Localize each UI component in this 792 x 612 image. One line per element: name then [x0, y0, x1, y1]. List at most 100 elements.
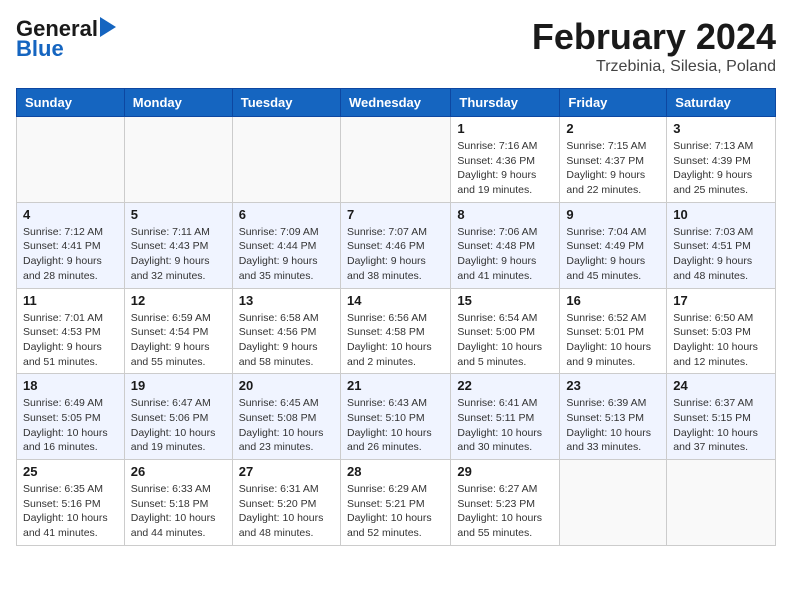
calendar-day-cell: 29Sunrise: 6:27 AMSunset: 5:23 PMDayligh… [451, 460, 560, 546]
weekday-header-saturday: Saturday [667, 89, 776, 117]
calendar-day-cell: 12 Sunrise: 6:59 AMSunset: 4:54 PMDayligh… [124, 288, 232, 374]
day-number: 6 [239, 207, 334, 222]
calendar-day-cell: 16 Sunrise: 6:52 AMSunset: 5:01 PMDayligh… [560, 288, 667, 374]
weekday-header-thursday: Thursday [451, 89, 560, 117]
day-info: Sunrise: 7:11 AMSunset: 4:43 PMDaylight:… [131, 225, 226, 284]
day-info: Sunrise: 6:59 AMSunset: 4:54 PMDaylight:… [131, 311, 226, 370]
day-info: Sunrise: 7:03 AMSunset: 4:51 PMDaylight:… [673, 225, 769, 284]
day-info: Sunrise: 7:06 AMSunset: 4:48 PMDaylight:… [457, 225, 553, 284]
day-info: Sunrise: 7:01 AMSunset: 4:53 PMDaylight:… [23, 311, 118, 370]
day-number: 9 [566, 207, 660, 222]
day-number: 19 [131, 378, 226, 393]
calendar-week-row: 1 Sunrise: 7:16 AMSunset: 4:36 PMDaylight… [17, 117, 776, 203]
day-number: 24 [673, 378, 769, 393]
calendar-day-cell: 9 Sunrise: 7:04 AMSunset: 4:49 PMDaylight… [560, 202, 667, 288]
logo: General Blue [16, 16, 116, 62]
weekday-header-friday: Friday [560, 89, 667, 117]
weekday-header-sunday: Sunday [17, 89, 125, 117]
calendar-day-cell: 13 Sunrise: 6:58 AMSunset: 4:56 PMDayligh… [232, 288, 340, 374]
calendar-day-cell: 4Sunrise: 7:12 AMSunset: 4:41 PMDaylight… [17, 202, 125, 288]
calendar-day-cell: 28 Sunrise: 6:29 AMSunset: 5:21 PMDayligh… [340, 460, 450, 546]
calendar-day-cell: 7 Sunrise: 7:07 AMSunset: 4:46 PMDaylight… [340, 202, 450, 288]
day-info: Sunrise: 6:56 AMSunset: 4:58 PMDaylight:… [347, 311, 444, 370]
day-number: 17 [673, 293, 769, 308]
day-info: Sunrise: 6:50 AMSunset: 5:03 PMDaylight:… [673, 311, 769, 370]
day-number: 3 [673, 121, 769, 136]
calendar-day-cell: 5 Sunrise: 7:11 AMSunset: 4:43 PMDaylight… [124, 202, 232, 288]
calendar-day-cell [17, 117, 125, 203]
day-info: Sunrise: 6:49 AMSunset: 5:05 PMDaylight:… [23, 396, 118, 455]
day-number: 5 [131, 207, 226, 222]
day-number: 7 [347, 207, 444, 222]
calendar-week-row: 11Sunrise: 7:01 AMSunset: 4:53 PMDayligh… [17, 288, 776, 374]
calendar-day-cell: 19 Sunrise: 6:47 AMSunset: 5:06 PMDayligh… [124, 374, 232, 460]
day-info: Sunrise: 6:29 AMSunset: 5:21 PMDaylight:… [347, 482, 444, 541]
calendar-day-cell: 26 Sunrise: 6:33 AMSunset: 5:18 PMDayligh… [124, 460, 232, 546]
day-info: Sunrise: 6:35 AMSunset: 5:16 PMDaylight:… [23, 482, 118, 541]
calendar-day-cell: 22 Sunrise: 6:41 AMSunset: 5:11 PMDayligh… [451, 374, 560, 460]
calendar-day-cell: 8 Sunrise: 7:06 AMSunset: 4:48 PMDaylight… [451, 202, 560, 288]
weekday-header-monday: Monday [124, 89, 232, 117]
day-info: Sunrise: 6:52 AMSunset: 5:01 PMDaylight:… [566, 311, 660, 370]
calendar-day-cell: 25 Sunrise: 6:35 AMSunset: 5:16 PMDayligh… [17, 460, 125, 546]
day-info: Sunrise: 6:54 AMSunset: 5:00 PMDaylight:… [457, 311, 553, 370]
day-number: 21 [347, 378, 444, 393]
day-info: Sunrise: 6:58 AMSunset: 4:56 PMDaylight:… [239, 311, 334, 370]
calendar-day-cell [124, 117, 232, 203]
calendar-day-cell: 14Sunrise: 6:56 AMSunset: 4:58 PMDayligh… [340, 288, 450, 374]
day-number: 18 [23, 378, 118, 393]
day-info: Sunrise: 7:09 AMSunset: 4:44 PMDaylight:… [239, 225, 334, 284]
weekday-header-tuesday: Tuesday [232, 89, 340, 117]
calendar-day-cell [667, 460, 776, 546]
day-number: 23 [566, 378, 660, 393]
logo-triangle-icon [100, 17, 116, 37]
day-number: 27 [239, 464, 334, 479]
day-number: 4 [23, 207, 118, 222]
calendar-day-cell: 15Sunrise: 6:54 AMSunset: 5:00 PMDayligh… [451, 288, 560, 374]
day-info: Sunrise: 6:45 AMSunset: 5:08 PMDaylight:… [239, 396, 334, 455]
day-info: Sunrise: 7:07 AMSunset: 4:46 PMDaylight:… [347, 225, 444, 284]
day-number: 28 [347, 464, 444, 479]
day-info: Sunrise: 7:16 AMSunset: 4:36 PMDaylight:… [457, 139, 553, 198]
day-number: 22 [457, 378, 553, 393]
day-number: 13 [239, 293, 334, 308]
calendar-day-cell: 11Sunrise: 7:01 AMSunset: 4:53 PMDayligh… [17, 288, 125, 374]
calendar-day-cell [340, 117, 450, 203]
day-info: Sunrise: 7:04 AMSunset: 4:49 PMDaylight:… [566, 225, 660, 284]
calendar-week-row: 4Sunrise: 7:12 AMSunset: 4:41 PMDaylight… [17, 202, 776, 288]
calendar-day-cell: 2 Sunrise: 7:15 AMSunset: 4:37 PMDaylight… [560, 117, 667, 203]
calendar-week-row: 18 Sunrise: 6:49 AMSunset: 5:05 PMDayligh… [17, 374, 776, 460]
calendar-day-cell: 3 Sunrise: 7:13 AMSunset: 4:39 PMDaylight… [667, 117, 776, 203]
weekday-header-wednesday: Wednesday [340, 89, 450, 117]
day-info: Sunrise: 6:27 AMSunset: 5:23 PMDaylight:… [457, 482, 553, 541]
day-number: 1 [457, 121, 553, 136]
day-number: 25 [23, 464, 118, 479]
calendar-day-cell: 10 Sunrise: 7:03 AMSunset: 4:51 PMDayligh… [667, 202, 776, 288]
calendar-day-cell: 1 Sunrise: 7:16 AMSunset: 4:36 PMDaylight… [451, 117, 560, 203]
calendar-day-cell: 27 Sunrise: 6:31 AMSunset: 5:20 PMDayligh… [232, 460, 340, 546]
day-info: Sunrise: 7:15 AMSunset: 4:37 PMDaylight:… [566, 139, 660, 198]
calendar-day-cell: 6 Sunrise: 7:09 AMSunset: 4:44 PMDaylight… [232, 202, 340, 288]
day-info: Sunrise: 6:39 AMSunset: 5:13 PMDaylight:… [566, 396, 660, 455]
day-info: Sunrise: 6:37 AMSunset: 5:15 PMDaylight:… [673, 396, 769, 455]
weekday-header-row: SundayMondayTuesdayWednesdayThursdayFrid… [17, 89, 776, 117]
day-info: Sunrise: 7:13 AMSunset: 4:39 PMDaylight:… [673, 139, 769, 198]
day-number: 26 [131, 464, 226, 479]
day-info: Sunrise: 6:31 AMSunset: 5:20 PMDaylight:… [239, 482, 334, 541]
day-number: 8 [457, 207, 553, 222]
day-info: Sunrise: 6:43 AMSunset: 5:10 PMDaylight:… [347, 396, 444, 455]
calendar-day-cell: 24 Sunrise: 6:37 AMSunset: 5:15 PMDayligh… [667, 374, 776, 460]
calendar-day-cell [560, 460, 667, 546]
day-number: 20 [239, 378, 334, 393]
location-title: Trzebinia, Silesia, Poland [532, 58, 776, 76]
calendar-table: SundayMondayTuesdayWednesdayThursdayFrid… [16, 88, 776, 546]
day-number: 12 [131, 293, 226, 308]
day-number: 10 [673, 207, 769, 222]
calendar-day-cell: 17 Sunrise: 6:50 AMSunset: 5:03 PMDayligh… [667, 288, 776, 374]
day-info: Sunrise: 6:47 AMSunset: 5:06 PMDaylight:… [131, 396, 226, 455]
day-number: 2 [566, 121, 660, 136]
calendar-day-cell: 21 Sunrise: 6:43 AMSunset: 5:10 PMDayligh… [340, 374, 450, 460]
day-info: Sunrise: 6:33 AMSunset: 5:18 PMDaylight:… [131, 482, 226, 541]
day-info: Sunrise: 6:41 AMSunset: 5:11 PMDaylight:… [457, 396, 553, 455]
day-number: 16 [566, 293, 660, 308]
